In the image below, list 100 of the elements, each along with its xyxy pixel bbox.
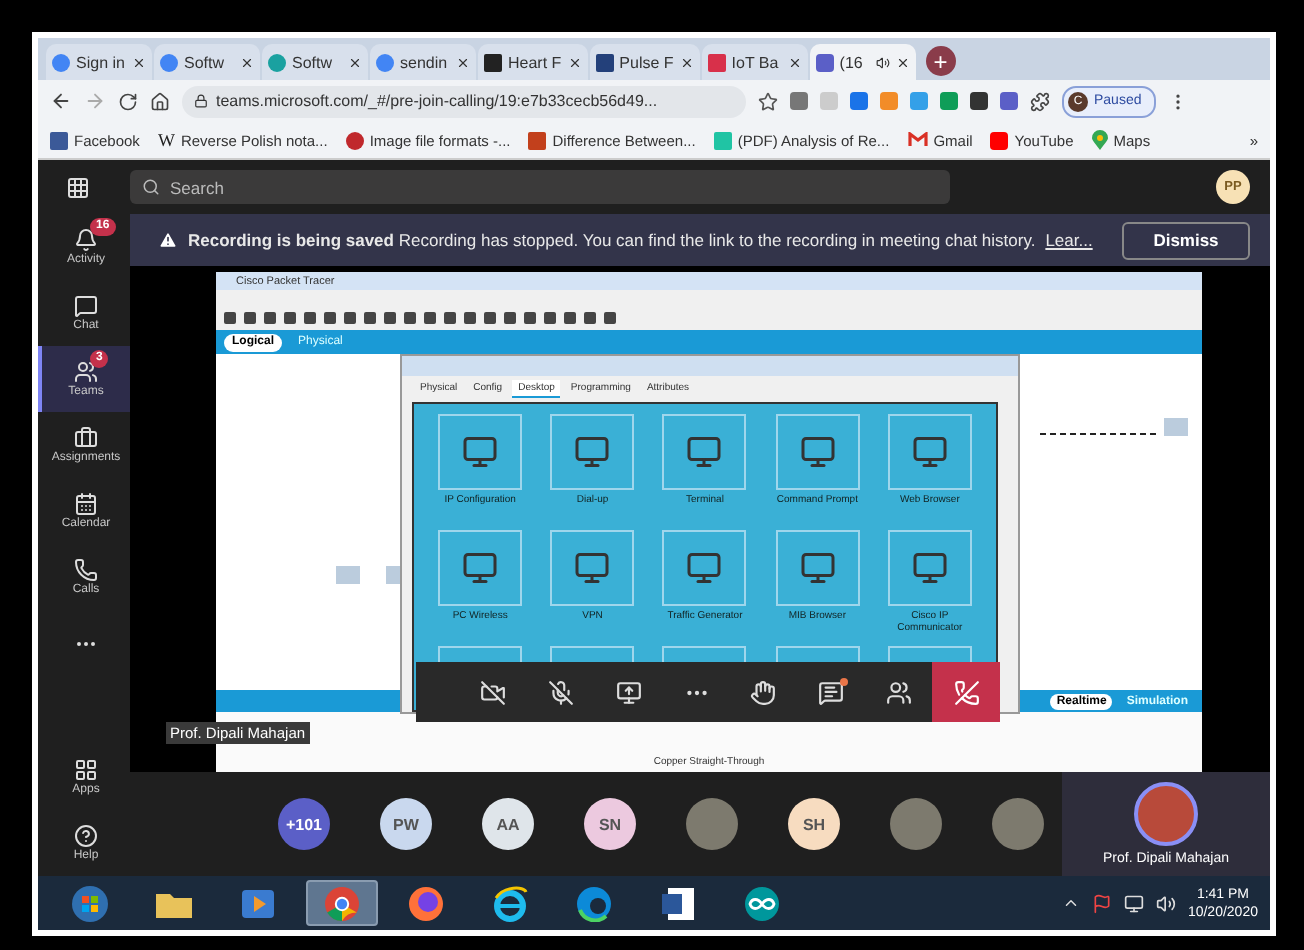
- lock-icon: [194, 94, 208, 108]
- participant-avatar[interactable]: SH: [788, 798, 840, 850]
- chat-icon: [818, 679, 845, 705]
- monitor-icon: [462, 434, 499, 470]
- app-tile[interactable]: [550, 414, 635, 490]
- hang-up-icon: [953, 679, 980, 705]
- infinity-icon: [744, 885, 780, 921]
- app-tile[interactable]: [887, 530, 972, 606]
- home-icon[interactable]: [150, 91, 170, 111]
- document-icon: [660, 885, 696, 921]
- browser-tab[interactable]: Softw: [154, 44, 260, 80]
- more-participants-badge[interactable]: +101: [278, 798, 330, 850]
- favicon-icon: [376, 53, 394, 71]
- favicon-icon: [484, 53, 502, 71]
- monitor-icon: [911, 550, 948, 586]
- monitor-icon: [799, 434, 836, 470]
- reload-icon[interactable]: [118, 91, 138, 111]
- speaker-icon: [875, 55, 890, 69]
- browser-tab[interactable]: Pulse F: [589, 44, 700, 80]
- browser-icon: [324, 885, 360, 921]
- search-field[interactable]: Search: [130, 170, 950, 204]
- warning-icon: [158, 230, 178, 250]
- url-text: teams.microsoft.com/_#/pre-join-calling/19:e7b33cecb56d49...: [216, 92, 658, 110]
- participant-avatar[interactable]: SN: [584, 798, 636, 850]
- close-icon: [348, 55, 362, 69]
- star-icon[interactable]: [758, 91, 778, 111]
- calendar-icon: [74, 492, 98, 516]
- start-orb-icon: [70, 883, 110, 923]
- bell-icon: [74, 228, 98, 252]
- apps-icon: [74, 758, 98, 782]
- favicon-icon: [595, 53, 614, 71]
- close-icon: [787, 55, 802, 69]
- share-screen-icon: [615, 679, 642, 705]
- flag-icon[interactable]: [1091, 893, 1112, 913]
- app-tile[interactable]: [438, 530, 523, 606]
- photo-placeholder: [686, 798, 738, 850]
- app-tile[interactable]: [662, 414, 747, 490]
- app-tile[interactable]: [550, 530, 635, 606]
- map-pin-icon: [1091, 130, 1108, 150]
- learn-more-link[interactable]: Lear...: [1045, 230, 1093, 250]
- favicon-icon: [52, 53, 70, 71]
- mail-icon: [907, 132, 928, 148]
- browser-tab[interactable]: Heart F: [478, 44, 588, 80]
- favicon-icon: [713, 131, 732, 149]
- dismiss-button[interactable]: Dismiss: [1122, 221, 1250, 259]
- photo-placeholder: [890, 798, 942, 850]
- favicon-icon: [160, 53, 178, 71]
- help-icon: [74, 824, 98, 848]
- browser-tab[interactable]: Softw: [262, 44, 368, 80]
- address-bar[interactable]: teams.microsoft.com/_#/pre-join-calling/19:e7b33cecb56d49...: [182, 85, 746, 117]
- app-tile[interactable]: [438, 414, 523, 490]
- phone-icon: [74, 558, 98, 582]
- play-icon: [990, 131, 1009, 149]
- browser-tab[interactable]: IoT Ba: [701, 44, 808, 80]
- favicon-icon: [815, 53, 834, 71]
- app-tile[interactable]: [775, 414, 860, 490]
- browser-icon: [576, 885, 612, 921]
- monitor-icon: [574, 434, 611, 470]
- app-tile[interactable]: [662, 530, 747, 606]
- browser-tab[interactable]: (16: [809, 44, 916, 80]
- people-icon: [885, 679, 912, 705]
- browser-tab[interactable]: sendin: [370, 44, 476, 80]
- monitor-icon: [462, 550, 499, 586]
- monitor-icon: [686, 434, 723, 470]
- favicon-icon: [268, 53, 286, 71]
- close-icon: [240, 55, 254, 69]
- participant-avatar[interactable]: PW: [380, 798, 432, 850]
- camera-off-icon: [480, 679, 507, 705]
- favicon-icon: [50, 131, 68, 149]
- favicon-icon: [528, 131, 547, 149]
- browser-icon: [492, 885, 528, 921]
- photo-placeholder: [992, 798, 1044, 850]
- back-icon[interactable]: [50, 90, 72, 112]
- bag-icon: [74, 426, 98, 450]
- monitor-icon: [686, 550, 723, 586]
- leave-button[interactable]: [932, 662, 1000, 722]
- close-icon: [132, 55, 146, 69]
- app-launcher-icon[interactable]: [66, 175, 90, 199]
- browser-icon: [408, 885, 444, 921]
- participant-avatar[interactable]: AA: [482, 798, 534, 850]
- microphone-off-icon: [548, 679, 575, 705]
- hand-icon: [750, 679, 777, 705]
- browser-tab[interactable]: Sign in: [46, 44, 152, 80]
- puzzle-icon[interactable]: [1030, 91, 1050, 111]
- speaker-icon[interactable]: [1155, 893, 1176, 913]
- app-tile[interactable]: [887, 414, 972, 490]
- monitor-icon: [574, 550, 611, 586]
- avatar-placeholder: [1134, 782, 1198, 846]
- people-icon: [74, 360, 98, 384]
- new-tab-button[interactable]: +: [925, 46, 956, 76]
- computer-icon: [1164, 418, 1188, 436]
- banner-message: Recording is being saved Recording has stopped. You can find the link to the recording in meeting chat history.: [188, 230, 1036, 250]
- computer-icon: [336, 566, 360, 584]
- monitor-icon: [911, 434, 948, 470]
- app-tile[interactable]: [775, 530, 860, 606]
- folder-icon: [156, 889, 192, 917]
- play-icon: [242, 889, 274, 917]
- monitor-icon: [799, 550, 836, 586]
- close-icon: [679, 55, 694, 69]
- network-icon[interactable]: [1123, 893, 1144, 913]
